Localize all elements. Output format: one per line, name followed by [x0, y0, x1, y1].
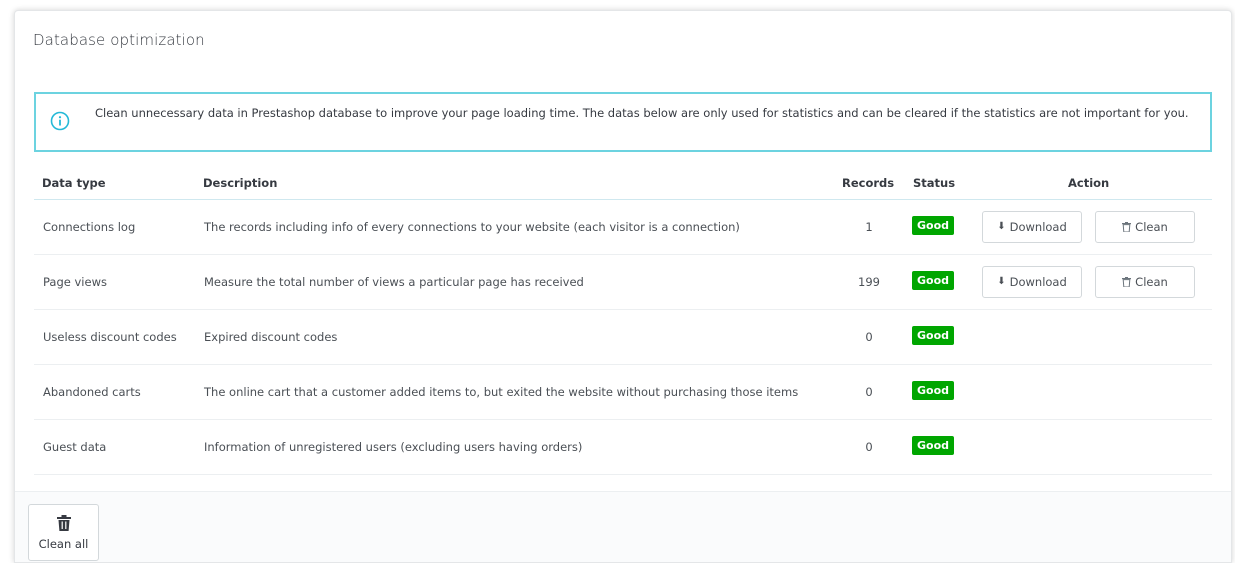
table-row: Guest data Information of unregistered u…	[34, 420, 1212, 475]
clean-button[interactable]: Clean	[1095, 266, 1195, 298]
table-row: Connections log The records including in…	[34, 200, 1212, 255]
download-label: Download	[1009, 220, 1067, 234]
cell-description: The online cart that a customer added it…	[204, 385, 799, 399]
cell-data-type: Useless discount codes	[43, 330, 177, 344]
download-button[interactable]: ⬇ Download	[982, 266, 1082, 298]
info-alert: Clean unnecessary data in Prestashop dat…	[34, 92, 1212, 152]
status-badge: Good	[912, 216, 955, 235]
header-data-type: Data type	[42, 176, 106, 190]
cell-description: Measure the total number of views a part…	[204, 275, 584, 289]
status-badge: Good	[912, 381, 955, 400]
cell-data-type: Abandoned carts	[43, 385, 141, 399]
status-badge: Good	[912, 436, 955, 455]
info-circle-icon	[50, 111, 70, 131]
table-header: Data type Description Records Status Act…	[34, 173, 1212, 200]
cell-description: The records including info of every conn…	[204, 220, 740, 234]
cell-records: 199	[858, 275, 880, 289]
cell-records: 1	[865, 220, 873, 234]
cell-description: Expired discount codes	[204, 330, 338, 344]
cell-records: 0	[865, 330, 873, 344]
clean-label: Clean	[1135, 220, 1168, 234]
header-records: Records	[842, 176, 895, 190]
table-row: Abandoned carts The online cart that a c…	[34, 365, 1212, 420]
cell-data-type: Guest data	[43, 440, 107, 454]
panel-footer: Clean all	[15, 491, 1231, 562]
status-badge: Good	[912, 271, 955, 290]
header-status: Status	[913, 176, 956, 190]
download-icon: ⬇	[997, 276, 1006, 287]
cell-records: 0	[865, 440, 873, 454]
trash-icon	[1122, 222, 1132, 232]
cell-data-type: Connections log	[43, 220, 136, 234]
table-row: Page views Measure the total number of v…	[34, 255, 1212, 310]
header-description: Description	[203, 176, 278, 190]
alert-text: Clean unnecessary data in Prestashop dat…	[95, 106, 1189, 120]
database-optimization-panel: Database optimization Clean unnecessary …	[14, 10, 1232, 563]
download-label: Download	[1009, 275, 1067, 289]
cell-records: 0	[865, 385, 873, 399]
table-row: Useless discount codes Expired discount …	[34, 310, 1212, 365]
download-button[interactable]: ⬇ Download	[982, 211, 1082, 243]
status-badge: Good	[912, 326, 955, 345]
cell-description: Information of unregistered users (exclu…	[204, 440, 583, 454]
clean-button[interactable]: Clean	[1095, 211, 1195, 243]
panel-title: Database optimization	[33, 31, 205, 49]
clean-all-button[interactable]: Clean all	[28, 504, 99, 561]
trash-icon	[56, 514, 71, 531]
clean-label: Clean	[1135, 275, 1168, 289]
header-action: Action	[1068, 176, 1110, 190]
trash-icon	[1122, 277, 1132, 287]
download-icon: ⬇	[997, 221, 1006, 232]
clean-all-label: Clean all	[38, 536, 89, 551]
cell-data-type: Page views	[43, 275, 107, 289]
